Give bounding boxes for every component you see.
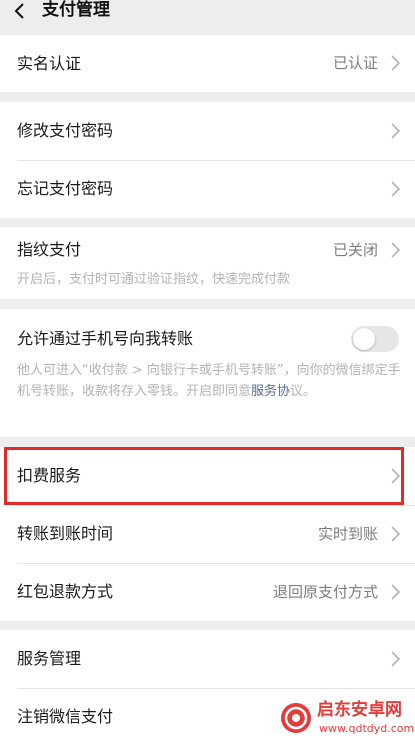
red-packet-refund-row[interactable]: 红包退款方式 退回原支付方式 [0,563,415,621]
chevron-right-icon [391,584,400,600]
phone-transfer-toggle[interactable] [351,326,399,352]
service-agreement-link[interactable]: 服务协 [251,384,290,399]
fingerprint-card: 指纹支付 已关闭 开启后，支付时可通过验证指纹，快速完成付款 [0,227,415,299]
chevron-right-icon [391,651,400,667]
service-manage-row[interactable]: 服务管理 [0,630,415,688]
phone-transfer-card: 允许通过手机号向我转账 他人可进入“收付款 > 向银行卡或手机号转账”，向你的微… [0,309,415,437]
fingerprint-label: 指纹支付 [17,240,82,259]
chevron-right-icon [391,55,400,71]
real-name-status: 已认证 [332,54,378,72]
chevron-right-icon [391,123,400,139]
services-card: 扣费服务 转账到账时间 实时到账 红包退款方式 退回原支付方式 [0,447,415,621]
fingerprint-row[interactable]: 指纹支付 已关闭 [0,227,415,273]
verification-card: 实名认证 已认证 [0,35,415,92]
change-password-row[interactable]: 修改支付密码 [0,102,415,160]
service-manage-label: 服务管理 [17,649,82,668]
top-bar: 支付管理 [0,0,415,27]
transfer-time-label: 转账到账时间 [17,524,114,543]
red-packet-refund-label: 红包退款方式 [17,582,114,601]
deduction-service-label: 扣费服务 [17,466,82,485]
deduction-service-row[interactable]: 扣费服务 [0,447,415,505]
fingerprint-status: 已关闭 [332,241,378,259]
transfer-time-row[interactable]: 转账到账时间 实时到账 [0,505,415,563]
real-name-label: 实名认证 [17,54,82,73]
chevron-right-icon [391,526,400,542]
transfer-time-value: 实时到账 [317,525,378,543]
management-card: 服务管理 注销微信支付 [0,630,415,746]
forgot-password-row[interactable]: 忘记支付密码 [0,160,415,218]
chevron-right-icon [391,468,400,484]
phone-transfer-description-tail: 议。 [290,384,317,399]
phone-transfer-label: 允许通过手机号向我转账 [17,329,194,348]
real-name-row[interactable]: 实名认证 已认证 [0,35,415,92]
change-password-label: 修改支付密码 [17,121,114,140]
red-packet-refund-value: 退回原支付方式 [272,583,378,601]
cancel-wechat-pay-label: 注销微信支付 [17,707,114,726]
chevron-right-icon [391,181,400,197]
forgot-password-label: 忘记支付密码 [17,179,114,198]
password-card: 修改支付密码 忘记支付密码 [0,102,415,218]
phone-transfer-description: 他人可进入“收付款 > 向银行卡或手机号转账”，向你的微信绑定手机号转账，收款将… [17,360,402,402]
page-title: 支付管理 [42,0,110,20]
phone-transfer-description-text: 他人可进入“收付款 > 向银行卡或手机号转账”，向你的微信绑定手机号转账，收款将… [17,363,401,399]
cancel-wechat-pay-row[interactable]: 注销微信支付 [0,688,415,746]
fingerprint-description: 开启后，支付时可通过验证指纹，快速完成付款 [17,272,291,287]
chevron-left-icon[interactable] [12,1,28,21]
toggle-knob [353,328,375,350]
chevron-right-icon [391,242,400,258]
